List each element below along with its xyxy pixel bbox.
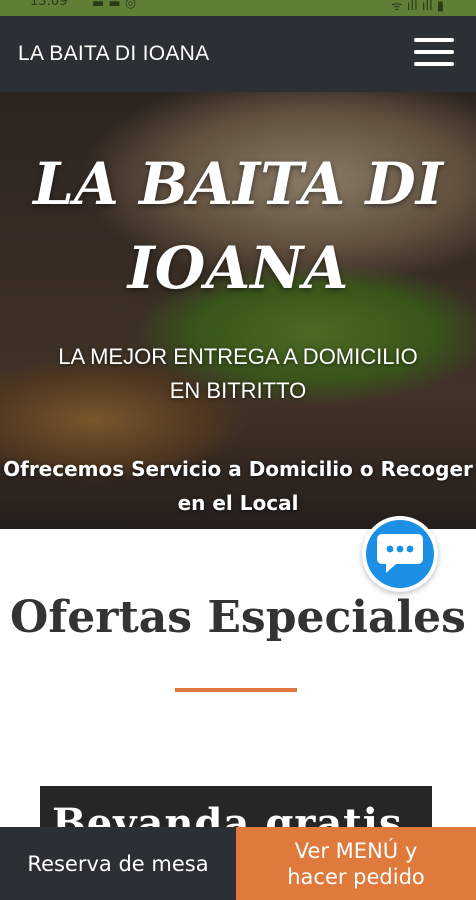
hamburger-bar bbox=[414, 62, 454, 66]
system-status-icons: ᯤ ıll ıll ▮ bbox=[390, 0, 444, 14]
hero-service-text: Ofrecemos Servicio a Domicilio o Recoger… bbox=[0, 452, 476, 520]
view-menu-order-label: Ver MENÚ y hacer pedido bbox=[287, 838, 425, 890]
hero-subtitle-line: EN BITRITTO bbox=[169, 378, 307, 403]
chat-bubble-icon bbox=[377, 534, 423, 573]
reserve-table-button[interactable]: Reserva de mesa bbox=[0, 827, 236, 900]
hamburger-menu-icon[interactable] bbox=[414, 38, 454, 68]
hero-subtitle: LA MEJOR ENTREGA A DOMICILIO EN BITRITTO bbox=[0, 340, 476, 408]
view-menu-order-button[interactable]: Ver MENÚ y hacer pedido bbox=[236, 827, 476, 900]
brand-logo-text[interactable]: LA BAITA DI IOANA bbox=[18, 42, 209, 66]
chat-button[interactable] bbox=[362, 516, 438, 592]
section-title: Ofertas Especiales bbox=[10, 592, 466, 643]
hero-subtitle-line: LA MEJOR ENTREGA A DOMICILIO bbox=[58, 344, 418, 369]
hero-banner: LA BAITA DI IOANA LA MEJOR ENTREGA A DOM… bbox=[0, 92, 476, 529]
hero-title-line: IOANA bbox=[127, 234, 349, 302]
hero-service-line: Ofrecemos Servicio a Domicilio o Recoger bbox=[3, 457, 473, 481]
view-menu-label-line: hacer pedido bbox=[287, 864, 425, 889]
notification-icons: ▬ ▬ ◎ bbox=[92, 0, 137, 11]
status-bar: 13:09 ▬ ▬ ◎ ᯤ ıll ıll ▮ bbox=[0, 0, 476, 16]
hamburger-bar bbox=[414, 38, 454, 42]
hero-service-line: en el Local bbox=[177, 491, 299, 515]
hero-title: LA BAITA DI IOANA bbox=[0, 142, 476, 310]
view-menu-label-line: Ver MENÚ y bbox=[294, 838, 418, 863]
hamburger-bar bbox=[414, 50, 454, 54]
top-navbar: LA BAITA DI IOANA bbox=[0, 16, 476, 92]
hero-title-line: LA BAITA DI bbox=[33, 150, 443, 218]
status-time: 13:09 bbox=[30, 0, 68, 9]
section-divider bbox=[175, 688, 297, 692]
